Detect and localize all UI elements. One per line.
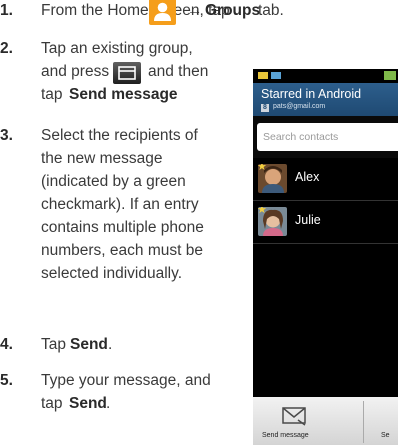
step-text-line: checkmark). If an entry — [41, 196, 199, 213]
step-text-line-1: Tap an existing group, — [41, 40, 193, 57]
menu-key-icon — [113, 62, 141, 84]
contact-name: Alex — [295, 170, 320, 184]
step-text-tail: tab. — [258, 2, 284, 19]
step-text-tail: . — [108, 336, 113, 353]
step-text-line-2a: tap — [41, 395, 63, 412]
divider — [363, 401, 364, 443]
manual-page: 1. From the Home screen, tap → Groups ta… — [0, 0, 398, 445]
groups-tab-label: Groups — [205, 2, 261, 19]
group-title: Starred in Android — [261, 87, 362, 101]
step-text-line: contains multiple phone — [41, 219, 204, 236]
avatar: ★ — [258, 164, 287, 193]
star-icon: ★ — [258, 164, 267, 173]
phone-screenshot: Starred in Android 8 pats@gmail.com Sear… — [253, 69, 398, 445]
step-text-line-3a: tap — [41, 86, 63, 103]
send-message-icon[interactable] — [282, 404, 306, 431]
send-message-button-label[interactable]: Send message — [262, 432, 309, 439]
status-bar — [253, 69, 398, 83]
step-text-line: numbers, each must be — [41, 242, 203, 259]
signal-icon — [384, 71, 396, 80]
step-text-tail: . — [106, 395, 111, 412]
step-text-line-1: Type your message, and — [41, 372, 211, 389]
avatar: ★ — [258, 207, 287, 236]
send-email-button-label[interactable]: Se — [381, 432, 390, 439]
step-number: 2. — [0, 40, 13, 57]
step-text-line: the new message — [41, 150, 163, 167]
bottom-action-bar: Send message Se — [253, 397, 398, 445]
message-notification-icon — [271, 72, 281, 79]
step-number: 3. — [0, 127, 13, 144]
step-text-line: Select the recipients of — [41, 127, 198, 144]
step-number: 1. — [0, 2, 13, 19]
step-text-line-3c: . — [170, 86, 175, 103]
email-notification-icon — [258, 72, 268, 79]
search-contacts-input[interactable]: Search contacts — [257, 123, 398, 151]
arrow-icon: → — [187, 2, 203, 19]
step-3: 3. Select the recipients of the new mess… — [0, 125, 250, 285]
step-1: 1. From the Home screen, tap → Groups ta… — [0, 0, 398, 25]
step-text-line-2a: and press — [41, 63, 110, 80]
contact-name: Julie — [295, 213, 321, 227]
step-5: 5. Type your message, and tap Send . — [0, 370, 250, 418]
step-2: 2. Tap an existing group, and press and … — [0, 38, 250, 110]
search-area: Search contacts — [253, 116, 398, 158]
step-text-line: selected individually. — [41, 265, 183, 282]
send-label: Send — [70, 336, 108, 353]
step-text: Tap — [41, 336, 66, 353]
step-4: 4. Tap Send . — [0, 334, 250, 358]
account-email: pats@gmail.com — [273, 103, 326, 110]
step-number: 4. — [0, 336, 13, 353]
star-icon: ★ — [258, 207, 267, 216]
contacts-app-icon — [149, 0, 176, 25]
send-message-label: Send message — [69, 86, 178, 103]
account-icon: 8 — [261, 104, 269, 112]
step-number: 5. — [0, 372, 13, 389]
step-text-line: (indicated by a green — [41, 173, 186, 190]
step-text-line-2b: and then — [148, 63, 209, 80]
contact-row[interactable]: ★ Julie — [253, 201, 398, 244]
contact-row[interactable]: ★ Alex — [253, 158, 398, 201]
group-title-bar: Starred in Android 8 pats@gmail.com — [253, 83, 398, 116]
send-label: Send — [69, 395, 107, 412]
